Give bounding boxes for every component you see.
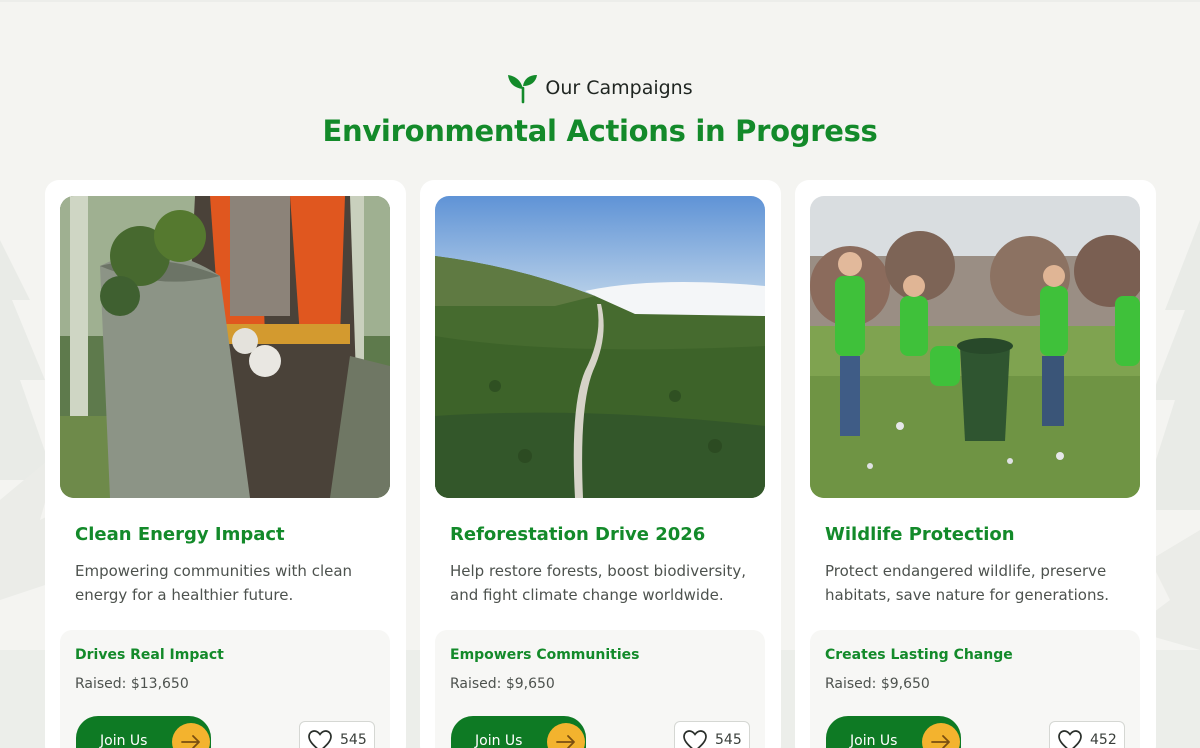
like-count: 545 (340, 732, 367, 748)
sprout-icon (508, 75, 538, 104)
campaign-info-panel: Creates Lasting Change Raised: $9,650 Jo… (810, 630, 1140, 748)
section-header: Our Campaigns Environmental Actions in P… (0, 70, 1200, 148)
campaign-tag: Empowers Communities (450, 647, 640, 663)
campaign-card-clean-energy: Clean Energy Impact Empowering communiti… (45, 180, 406, 748)
campaign-description: Protect endangered wildlife, preserve ha… (825, 562, 1110, 604)
campaign-title: Reforestation Drive 2026 (450, 524, 706, 545)
section-eyebrow: Our Campaigns (507, 70, 693, 106)
arrow-right-icon (922, 723, 960, 748)
campaign-description: Empowering communities with clean energy… (75, 562, 353, 604)
arrow-right-icon (172, 723, 210, 748)
campaign-info-panel: Empowers Communities Raised: $9,650 Join… (435, 630, 765, 748)
join-us-button[interactable]: Join Us (826, 716, 961, 748)
campaign-tag: Drives Real Impact (75, 647, 224, 663)
heart-icon (308, 730, 332, 748)
campaign-card-reforestation: Reforestation Drive 2026 Help restore fo… (420, 180, 781, 748)
heart-icon (683, 730, 707, 748)
like-button[interactable]: 545 (299, 721, 375, 748)
section-headline: Environmental Actions in Progress (322, 114, 878, 148)
join-us-label: Join Us (475, 733, 523, 748)
join-us-label: Join Us (100, 733, 148, 748)
top-divider (0, 0, 1200, 2)
heart-icon (1058, 730, 1082, 748)
join-us-button[interactable]: Join Us (451, 716, 586, 748)
like-count: 452 (1090, 732, 1117, 748)
campaign-raised: Raised: $9,650 (450, 676, 555, 692)
campaign-description: Help restore forests, boost biodiversity… (450, 562, 746, 604)
like-button[interactable]: 452 (1049, 721, 1125, 748)
campaign-image (60, 196, 390, 498)
join-us-button[interactable]: Join Us (76, 716, 211, 748)
join-us-label: Join Us (850, 733, 898, 748)
like-count: 545 (715, 732, 742, 748)
campaign-info-panel: Drives Real Impact Raised: $13,650 Join … (60, 630, 390, 748)
campaign-tag: Creates Lasting Change (825, 647, 1013, 663)
like-button[interactable]: 545 (674, 721, 750, 748)
campaign-title: Clean Energy Impact (75, 524, 285, 545)
section-eyebrow-label: Our Campaigns (545, 77, 693, 99)
campaign-image (435, 196, 765, 498)
campaign-raised: Raised: $9,650 (825, 676, 930, 692)
campaign-image (810, 196, 1140, 498)
campaign-title: Wildlife Protection (825, 524, 1015, 545)
campaign-raised: Raised: $13,650 (75, 676, 189, 692)
campaign-card-wildlife: Wildlife Protection Protect endangered w… (795, 180, 1156, 748)
arrow-right-icon (547, 723, 585, 748)
